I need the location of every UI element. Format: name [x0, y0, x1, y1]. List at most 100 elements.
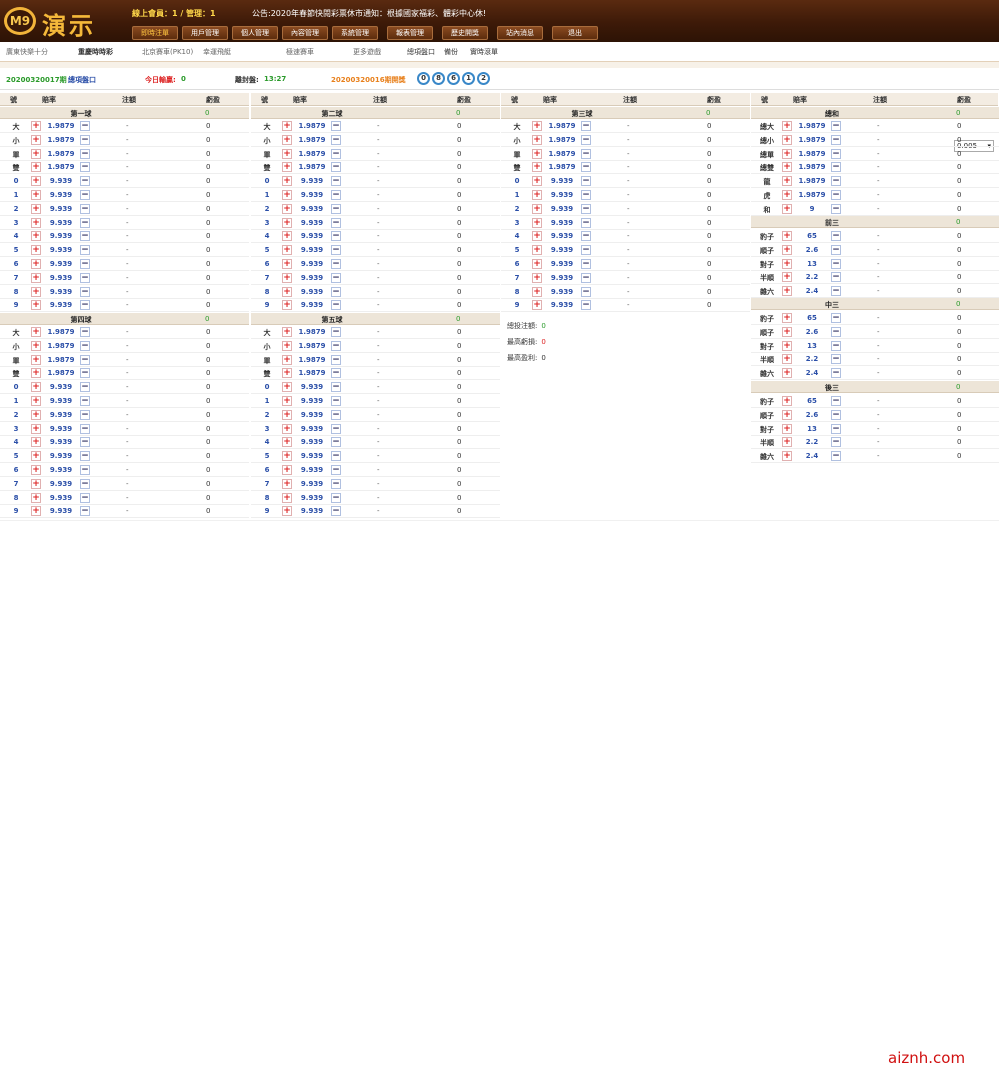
plus-icon[interactable]: + [782, 437, 792, 448]
minus-icon[interactable]: − [831, 368, 841, 379]
plus-icon[interactable]: + [782, 148, 792, 159]
odds-value[interactable]: 1.9879 [295, 136, 329, 144]
minus-icon[interactable]: − [331, 231, 341, 242]
plus-icon[interactable]: + [282, 506, 292, 517]
minus-icon[interactable]: − [581, 245, 591, 256]
odds-value[interactable]: 1.9879 [44, 136, 78, 144]
minus-icon[interactable]: − [831, 326, 841, 337]
nav-button[interactable]: 歷史開獎 [442, 26, 488, 40]
minus-icon[interactable]: − [331, 409, 341, 420]
plus-icon[interactable]: + [31, 121, 41, 131]
plus-icon[interactable]: + [532, 217, 542, 228]
minus-icon[interactable]: − [331, 382, 341, 393]
plus-icon[interactable]: + [532, 203, 542, 214]
odds-value[interactable]: 1.9879 [795, 136, 829, 144]
minus-icon[interactable]: − [581, 148, 591, 159]
plus-icon[interactable]: + [532, 162, 542, 173]
plus-icon[interactable]: + [782, 162, 792, 173]
minus-icon[interactable]: − [831, 134, 841, 145]
plus-icon[interactable]: + [282, 451, 292, 462]
subnav-item[interactable]: 更多遊戲 [353, 47, 381, 57]
odds-value[interactable]: 9.939 [295, 411, 329, 419]
plus-icon[interactable]: + [282, 327, 292, 337]
minus-icon[interactable]: − [581, 231, 591, 242]
minus-icon[interactable]: − [831, 231, 841, 241]
odds-value[interactable]: 9.939 [545, 288, 579, 296]
plus-icon[interactable]: + [282, 162, 292, 173]
odds-value[interactable]: 9.939 [44, 219, 78, 227]
subnav-item[interactable]: 總項盤口 [407, 47, 435, 57]
odds-value[interactable]: 9.939 [295, 466, 329, 474]
odds-value[interactable]: 9.939 [44, 383, 78, 391]
minus-icon[interactable]: − [831, 162, 841, 173]
odds-value[interactable]: 9.939 [44, 466, 78, 474]
subnav-item[interactable]: 備份 [444, 47, 458, 57]
nav-button[interactable]: 個人管理 [232, 26, 278, 40]
minus-icon[interactable]: − [331, 259, 341, 269]
odds-value[interactable]: 9.939 [295, 494, 329, 502]
odds-value[interactable]: 2.6 [795, 411, 829, 419]
odds-value[interactable]: 2.2 [795, 355, 829, 363]
odds-value[interactable]: 1.9879 [295, 328, 329, 336]
minus-icon[interactable]: − [80, 506, 90, 517]
minus-icon[interactable]: − [80, 354, 90, 365]
minus-icon[interactable]: − [80, 478, 90, 489]
plus-icon[interactable]: + [532, 134, 542, 145]
odds-value[interactable]: 13 [795, 425, 829, 433]
odds-value[interactable]: 1.9879 [44, 122, 78, 130]
minus-icon[interactable]: − [831, 258, 841, 269]
odds-value[interactable]: 2.4 [795, 452, 829, 460]
minus-icon[interactable]: − [831, 190, 841, 200]
plus-icon[interactable]: + [782, 176, 792, 187]
plus-icon[interactable]: + [782, 258, 792, 269]
minus-icon[interactable]: − [80, 148, 90, 159]
plus-icon[interactable]: + [532, 176, 542, 187]
odds-value[interactable]: 2.4 [795, 369, 829, 377]
minus-icon[interactable]: − [331, 451, 341, 462]
plus-icon[interactable]: + [282, 423, 292, 434]
plus-icon[interactable]: + [532, 190, 542, 200]
odds-value[interactable]: 1.9879 [44, 150, 78, 158]
minus-icon[interactable]: − [331, 134, 341, 145]
minus-icon[interactable]: − [331, 478, 341, 489]
nav-button[interactable]: 用戶管理 [182, 26, 228, 40]
minus-icon[interactable]: − [80, 272, 90, 283]
odds-value[interactable]: 1.9879 [295, 356, 329, 364]
odds-value[interactable]: 9.939 [545, 274, 579, 282]
minus-icon[interactable]: − [331, 327, 341, 337]
plus-icon[interactable]: + [782, 244, 792, 255]
odds-value[interactable]: 2.2 [795, 438, 829, 446]
minus-icon[interactable]: − [80, 286, 90, 297]
minus-icon[interactable]: − [331, 396, 341, 406]
minus-icon[interactable]: − [80, 176, 90, 187]
odds-value[interactable]: 9.939 [295, 301, 329, 309]
nav-button[interactable]: 內容管理 [282, 26, 328, 40]
nav-button[interactable]: 即時注單 [132, 26, 178, 40]
odds-value[interactable]: 1.9879 [295, 150, 329, 158]
odds-value[interactable]: 1.9879 [44, 328, 78, 336]
minus-icon[interactable]: − [331, 148, 341, 159]
minus-icon[interactable]: − [80, 134, 90, 145]
odds-value[interactable]: 9.939 [44, 438, 78, 446]
plus-icon[interactable]: + [782, 286, 792, 297]
odds-value[interactable]: 1.9879 [295, 122, 329, 130]
plus-icon[interactable]: + [31, 148, 41, 159]
plus-icon[interactable]: + [282, 465, 292, 475]
odds-value[interactable]: 2.2 [795, 273, 829, 281]
plus-icon[interactable]: + [282, 203, 292, 214]
plus-icon[interactable]: + [282, 382, 292, 393]
minus-icon[interactable]: − [80, 340, 90, 351]
minus-icon[interactable]: − [331, 437, 341, 448]
plus-icon[interactable]: + [31, 478, 41, 489]
plus-icon[interactable]: + [31, 245, 41, 256]
odds-value[interactable]: 9.939 [44, 274, 78, 282]
minus-icon[interactable]: − [331, 506, 341, 517]
minus-icon[interactable]: − [581, 162, 591, 173]
odds-value[interactable]: 9.939 [545, 191, 579, 199]
plus-icon[interactable]: + [31, 231, 41, 242]
odds-value[interactable]: 1.9879 [295, 342, 329, 350]
odds-value[interactable]: 1.9879 [795, 191, 829, 199]
odds-value[interactable]: 9.939 [545, 260, 579, 268]
plus-icon[interactable]: + [31, 492, 41, 503]
market-type[interactable]: 總項盤口 [68, 75, 96, 85]
